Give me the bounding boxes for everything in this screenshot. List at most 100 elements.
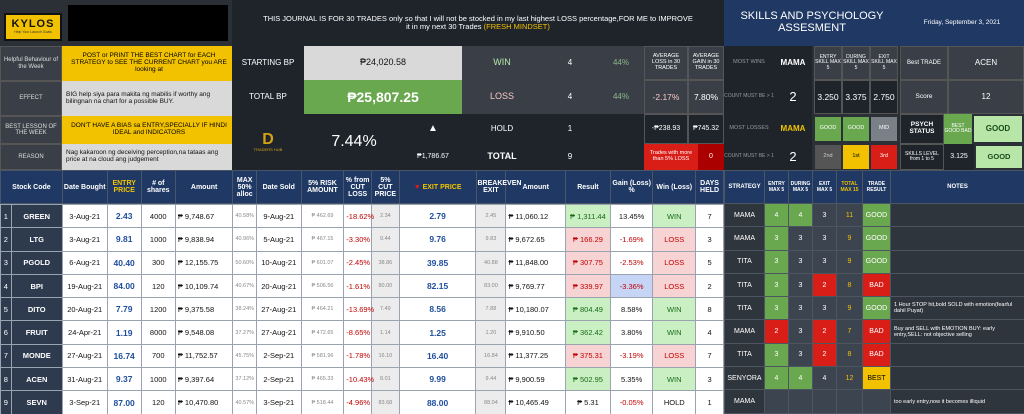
col-date-sold[interactable]: Date Sold: [255, 170, 302, 204]
date-bought[interactable]: 3-Aug-21: [61, 203, 108, 229]
total-score[interactable]: 7: [836, 319, 863, 344]
win-loss[interactable]: WIN: [652, 320, 697, 345]
exit-price[interactable]: 8.56: [398, 297, 477, 322]
shares[interactable]: 120: [140, 273, 176, 299]
col-strategy[interactable]: STRATEGY: [724, 170, 765, 204]
gain-pct[interactable]: -0.05%: [609, 390, 654, 414]
risk-amount[interactable]: ₱ 467.15: [300, 227, 345, 252]
result[interactable]: ₱ 339.97: [565, 273, 611, 299]
breakeven[interactable]: 7.88: [475, 297, 507, 322]
risk-amount[interactable]: ₱ 506.56: [300, 273, 345, 299]
exit-price[interactable]: 2.79: [398, 203, 477, 229]
risk-amount[interactable]: ₱ 518.44: [300, 390, 345, 414]
days-held[interactable]: 7: [695, 203, 724, 229]
breakeven[interactable]: 16.84: [475, 343, 507, 369]
during-score[interactable]: 3: [788, 342, 813, 368]
date-bought[interactable]: 27-Aug-21: [61, 343, 108, 369]
total-score[interactable]: 9: [836, 249, 863, 274]
gain-pct[interactable]: -1.69%: [609, 227, 654, 252]
date-bought[interactable]: 20-Aug-21: [61, 297, 108, 322]
gain-pct[interactable]: 8.58%: [609, 297, 654, 322]
col-exit-price[interactable]: ▼ EXIT PRICE: [398, 170, 477, 204]
breakeven[interactable]: 9.83: [475, 227, 507, 252]
exit-price[interactable]: 16.40: [398, 343, 477, 369]
strategy[interactable]: TITA: [724, 249, 765, 274]
date-sold[interactable]: 9-Aug-21: [255, 203, 302, 229]
cut-price[interactable]: 9.44: [371, 227, 400, 252]
entry-price[interactable]: 87.00: [106, 390, 142, 414]
col-win-loss[interactable]: Win (Loss): [652, 170, 697, 204]
max-alloc[interactable]: 38.24%: [232, 297, 257, 322]
trade-result[interactable]: BAD: [862, 319, 891, 344]
entry-score[interactable]: 3: [764, 226, 789, 251]
entry-price[interactable]: 40.40: [106, 250, 142, 275]
days-held[interactable]: 3: [695, 367, 724, 392]
during-score[interactable]: 4: [788, 366, 813, 391]
trade-result[interactable]: BEST: [862, 366, 891, 391]
col-exit-max[interactable]: EXIT MAX 5: [812, 170, 837, 204]
amount[interactable]: ₱ 10,109.74: [174, 273, 234, 299]
exit-price[interactable]: 82.15: [398, 273, 477, 299]
total-score[interactable]: [836, 389, 863, 414]
total-score[interactable]: 11: [836, 202, 863, 228]
table-row[interactable]: 3 PGOLD 6-Aug-21 40.40 300 ₱ 12,155.75 50.60% 1…: [0, 250, 724, 275]
breakeven[interactable]: 1.20: [475, 320, 507, 345]
amount-sold[interactable]: ₱ 11,377.25: [505, 343, 567, 369]
result[interactable]: ₱ 307.75: [565, 250, 611, 275]
stock-code[interactable]: BPI: [10, 273, 63, 299]
amount-sold[interactable]: ₱ 9,910.50: [505, 320, 567, 345]
note[interactable]: [890, 342, 1024, 368]
row-number[interactable]: 6: [0, 320, 12, 345]
result[interactable]: ₱ 362.42: [565, 320, 611, 345]
amount-sold[interactable]: ₱ 11,848.00: [505, 250, 567, 275]
date-bought[interactable]: 3-Sep-21: [61, 390, 108, 414]
date-sold[interactable]: 2-Sep-21: [255, 367, 302, 392]
date-bought[interactable]: 24-Apr-21: [61, 320, 108, 345]
note[interactable]: 1 Hour STOP hit,bold SOLD with emotion(f…: [890, 296, 1024, 321]
during-score[interactable]: 4: [788, 202, 813, 228]
stock-code[interactable]: DITO: [10, 297, 63, 322]
total-score[interactable]: 9: [836, 226, 863, 251]
note[interactable]: Buy and SELL with EMOTION BUY: early ent…: [890, 319, 1024, 344]
entry-score[interactable]: 3: [764, 342, 789, 368]
col-breakeven[interactable]: BREAKEVEN EXIT: [475, 170, 521, 204]
stock-code[interactable]: LTG: [10, 227, 63, 252]
strategy-row[interactable]: TITA 3 3 3 9 GOOD 1 Hour STOP hit,bold SOLD wi…: [724, 296, 1024, 321]
strategy[interactable]: TITA: [724, 272, 765, 298]
date-sold[interactable]: 20-Aug-21: [255, 273, 302, 299]
exit-price[interactable]: 9.99: [398, 367, 477, 392]
exit-score[interactable]: 3: [812, 202, 837, 228]
breakeven[interactable]: 2.45: [475, 203, 507, 229]
exit-price[interactable]: 9.76: [398, 227, 477, 252]
shares[interactable]: 300: [140, 250, 176, 275]
entry-score[interactable]: 3: [764, 272, 789, 298]
strategy-row[interactable]: SENYORA 4 4 4 12 BEST: [724, 366, 1024, 391]
exit-price[interactable]: 88.00: [398, 390, 477, 414]
risk-amount[interactable]: ₱ 465.33: [300, 367, 345, 392]
strategy-row[interactable]: MAMA too early entry,now it becomes illiq…: [724, 389, 1024, 414]
amount[interactable]: ₱ 9,548.08: [174, 320, 234, 345]
days-held[interactable]: 3: [695, 227, 724, 252]
shares[interactable]: 700: [140, 343, 176, 369]
max-alloc[interactable]: 40.67%: [232, 273, 257, 299]
entry-price[interactable]: 7.79: [106, 297, 142, 322]
strategy[interactable]: MAMA: [724, 226, 765, 251]
amount-sold[interactable]: ₱ 11,060.12: [505, 203, 567, 229]
amount-sold[interactable]: ₱ 10,465.49: [505, 390, 567, 414]
during-score[interactable]: 3: [788, 296, 813, 321]
note[interactable]: too early entry,now it becomes illiquid: [890, 389, 1024, 414]
stock-code[interactable]: MONDE: [10, 343, 63, 369]
stock-code[interactable]: ACEN: [10, 367, 63, 392]
cut-price[interactable]: 2.34: [371, 203, 400, 229]
trade-result[interactable]: [862, 389, 891, 414]
cut-price[interactable]: 38.86: [371, 250, 400, 275]
gain-pct[interactable]: -3.19%: [609, 343, 654, 369]
strategy[interactable]: SENYORA: [724, 366, 765, 391]
shares[interactable]: 1200: [140, 297, 176, 322]
win-loss[interactable]: LOSS: [652, 250, 697, 275]
col-trade-result[interactable]: TRADE RESULT: [862, 170, 891, 204]
col-stock-code[interactable]: Stock Code: [0, 170, 63, 204]
max-alloc[interactable]: 40.96%: [232, 227, 257, 252]
max-alloc[interactable]: 40.57%: [232, 390, 257, 414]
entry-price[interactable]: 2.43: [106, 203, 142, 229]
